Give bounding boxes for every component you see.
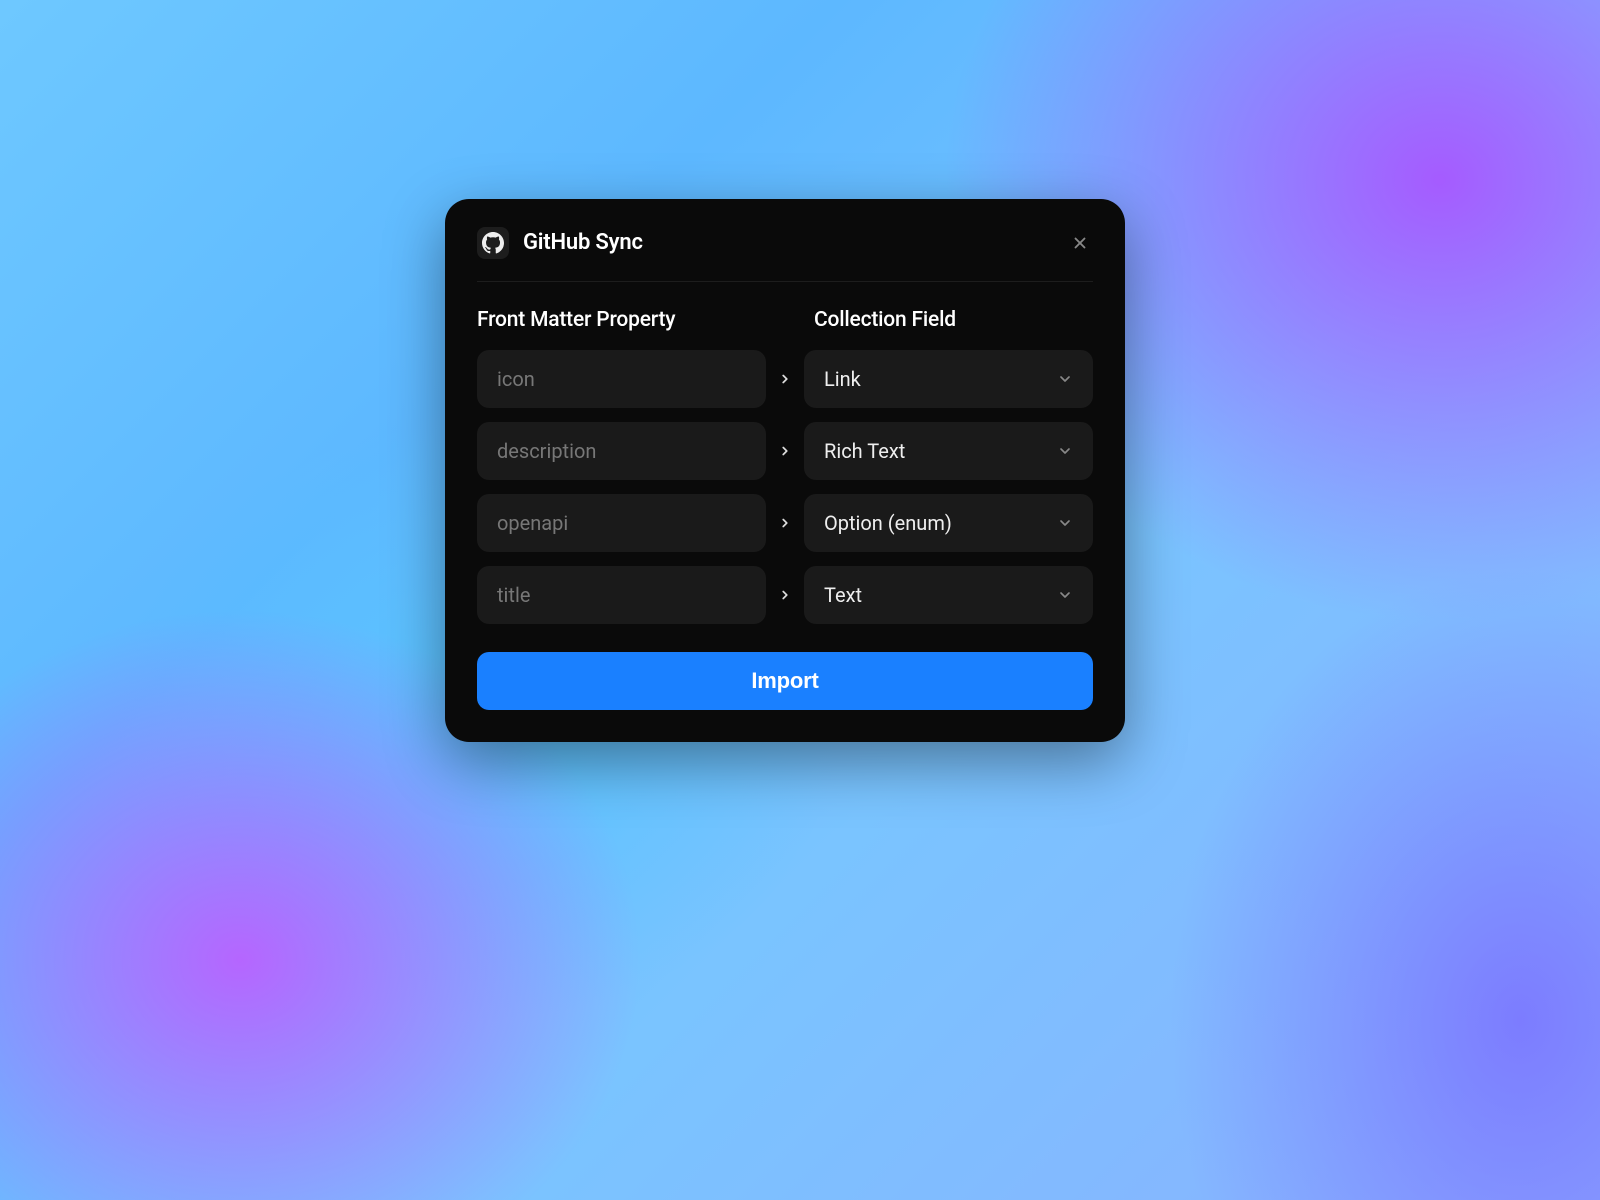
property-input-openapi[interactable]: openapi [477,494,766,552]
property-input-label: icon [497,367,535,391]
chevron-down-icon [1057,587,1073,603]
chevron-right-icon [778,516,792,530]
modal-header: GitHub Sync [477,227,1093,282]
mapping-row: icon Link [477,350,1093,408]
property-input-description[interactable]: description [477,422,766,480]
field-select-label: Rich Text [824,439,905,463]
field-select-label: Option (enum) [824,511,952,535]
modal-title: GitHub Sync [523,230,643,255]
property-input-icon[interactable]: icon [477,350,766,408]
modal-title-group: GitHub Sync [477,227,643,259]
field-select-label: Link [824,367,861,391]
property-input-label: description [497,439,596,463]
column-header-property: Front Matter Property [477,308,756,332]
field-select-rich-text[interactable]: Rich Text [804,422,1093,480]
chevron-right-icon [778,372,792,386]
property-input-title[interactable]: title [477,566,766,624]
chevron-down-icon [1057,371,1073,387]
mapping-row: openapi Option (enum) [477,494,1093,552]
mapping-rows: icon Link description Rich Text openapi … [477,350,1093,624]
field-select-option-enum[interactable]: Option (enum) [804,494,1093,552]
mapping-row: title Text [477,566,1093,624]
github-icon [477,227,509,259]
field-select-link[interactable]: Link [804,350,1093,408]
chevron-right-icon [778,444,792,458]
property-input-label: openapi [497,511,568,535]
close-button[interactable] [1067,230,1093,256]
field-select-label: Text [824,583,862,607]
property-input-label: title [497,583,530,607]
import-button[interactable]: Import [477,652,1093,710]
chevron-down-icon [1057,443,1073,459]
chevron-right-icon [778,588,792,602]
field-select-text[interactable]: Text [804,566,1093,624]
chevron-down-icon [1057,515,1073,531]
column-headers: Front Matter Property Collection Field [477,308,1093,332]
mapping-row: description Rich Text [477,422,1093,480]
close-icon [1071,234,1089,252]
column-header-field: Collection Field [814,308,1093,332]
github-sync-modal: GitHub Sync Front Matter Property Collec… [445,199,1125,742]
